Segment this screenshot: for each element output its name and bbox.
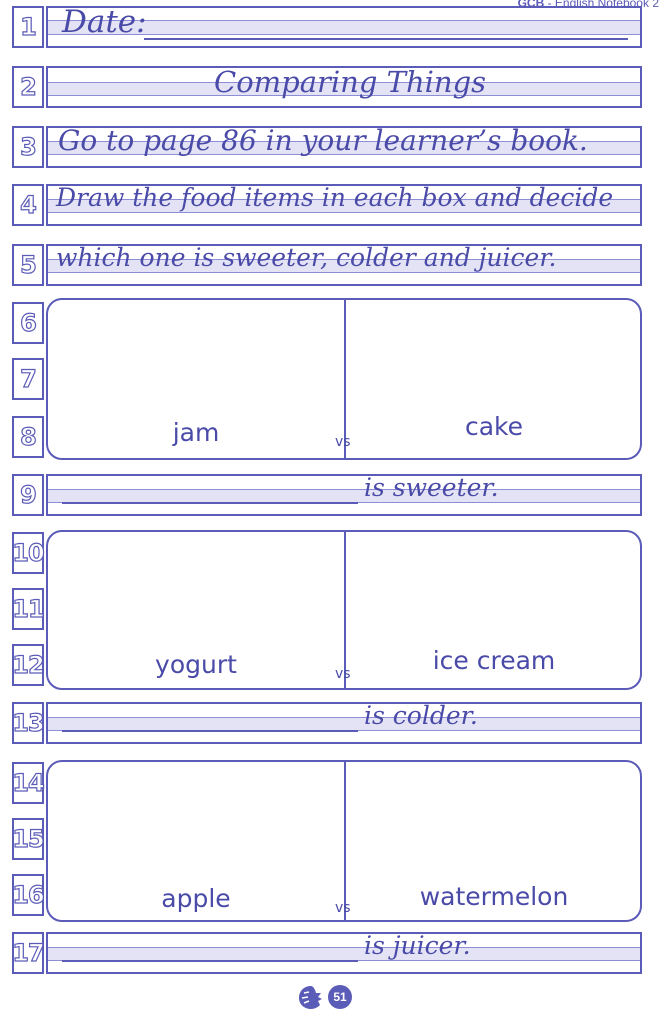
line-number: 7 xyxy=(20,364,38,393)
line-number: 11 xyxy=(12,594,46,623)
food-label-right: ice cream xyxy=(432,646,556,675)
page-title: Comparing Things xyxy=(214,66,487,99)
vs-label: vs xyxy=(335,666,351,682)
vs-label: vs xyxy=(335,900,351,916)
food-label-left: jam xyxy=(172,418,220,447)
line-number: 1 xyxy=(20,12,38,41)
line-number: 15 xyxy=(12,824,46,853)
line-number: 13 xyxy=(12,708,46,737)
answer-suffix: is colder. xyxy=(364,702,478,730)
line-number: 8 xyxy=(20,422,38,451)
answer-suffix: is sweeter. xyxy=(364,474,499,502)
writing-line-17: 17 is juicer. xyxy=(12,932,642,974)
writing-line-4: 4 Draw the food items in each box and de… xyxy=(12,184,642,226)
writing-line-13: 13 is colder. xyxy=(12,702,642,744)
instruction-text: Draw the food items in each box and deci… xyxy=(56,184,614,212)
line-number: 16 xyxy=(12,880,46,909)
line-number: 17 xyxy=(12,938,46,967)
answer-blank[interactable] xyxy=(62,960,358,962)
line-number: 4 xyxy=(20,190,38,219)
line-number: 14 xyxy=(12,768,46,797)
food-label-left: apple xyxy=(161,884,231,913)
date-blank[interactable] xyxy=(144,38,628,40)
writing-line-3: 3 Go to page 86 in your learner’s book. xyxy=(12,126,642,168)
page-footer: 51 xyxy=(296,983,360,1011)
answer-blank[interactable] xyxy=(62,502,358,504)
page-number: 51 xyxy=(328,985,352,1009)
lion-head-icon xyxy=(299,986,322,1009)
food-label-right: cake xyxy=(464,412,524,441)
food-label-right: watermelon xyxy=(419,882,569,911)
food-label-left: yogurt xyxy=(155,650,237,679)
line-number: 5 xyxy=(20,250,38,279)
comparison-box-2: yogurt ice cream vs xyxy=(46,530,642,690)
date-label: Date: xyxy=(62,6,147,40)
line-number: 6 xyxy=(20,308,38,337)
line-number: 12 xyxy=(12,650,46,679)
line-number: 2 xyxy=(20,72,38,101)
line-number: 9 xyxy=(20,480,38,509)
vs-label: vs xyxy=(335,434,351,450)
instruction-text: Go to page 86 in your learner’s book. xyxy=(58,126,588,157)
comparison-box-3: apple watermelon vs xyxy=(46,760,642,922)
line-number: 3 xyxy=(20,132,38,161)
comparison-box-1: jam cake vs xyxy=(46,298,642,460)
line-number: 10 xyxy=(12,538,46,567)
answer-suffix: is juicer. xyxy=(364,932,471,960)
writing-line-1: 1 Date: xyxy=(12,6,642,48)
answer-blank[interactable] xyxy=(62,730,358,732)
instruction-text: which one is sweeter, colder and juicer. xyxy=(56,244,557,272)
writing-line-5: 5 which one is sweeter, colder and juice… xyxy=(12,244,642,286)
writing-line-2: 2 Comparing Things xyxy=(12,66,642,108)
writing-line-9: 9 is sweeter. xyxy=(12,474,642,516)
